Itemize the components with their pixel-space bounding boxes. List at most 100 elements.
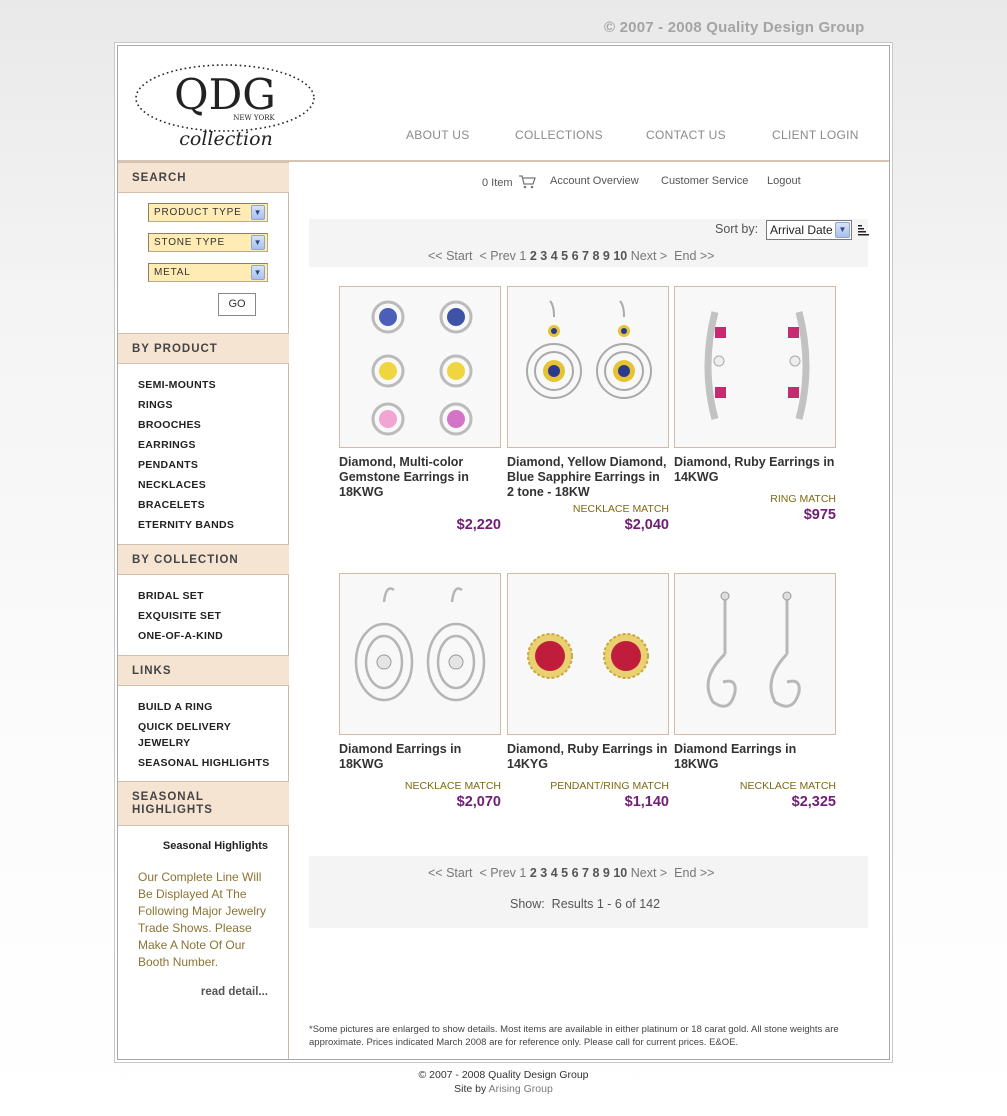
pager-page[interactable]: 5 bbox=[561, 866, 568, 880]
read-detail-link[interactable]: read detail... bbox=[118, 986, 268, 998]
sidebar-item-necklaces[interactable]: NECKLACES bbox=[138, 477, 206, 493]
sidebar-item-eternity-bands[interactable]: ETERNITY BANDS bbox=[138, 517, 234, 533]
product-image[interactable] bbox=[674, 286, 836, 448]
sidebar-item-quick-delivery[interactable]: QUICK DELIVERY bbox=[138, 719, 231, 735]
product-name[interactable]: Diamond Earrings in 18KWG bbox=[674, 742, 836, 772]
sidebar-item-bracelets[interactable]: BRACELETS bbox=[138, 497, 205, 513]
pager-page[interactable]: 9 bbox=[603, 249, 610, 263]
pager-page: 1 bbox=[519, 866, 527, 880]
logout-link[interactable]: Logout bbox=[767, 175, 801, 187]
pager-end[interactable]: End >> bbox=[674, 249, 714, 263]
product-card[interactable]: Diamond Earrings in 18KWG NECKLACE MATCH… bbox=[674, 573, 836, 810]
pager-page[interactable]: 6 bbox=[572, 866, 579, 880]
earring-image bbox=[527, 633, 649, 679]
pager-page[interactable]: 6 bbox=[572, 249, 579, 263]
sidebar-item-seasonal-highlights[interactable]: SEASONAL HIGHLIGHTS bbox=[138, 755, 270, 771]
pager-page[interactable]: 4 bbox=[551, 249, 558, 263]
nav-collections[interactable]: COLLECTIONS bbox=[515, 128, 603, 142]
sidebar-item-pendants[interactable]: PENDANTS bbox=[138, 457, 198, 473]
qdg-logo[interactable]: QDG NEW YORK collection bbox=[134, 60, 316, 152]
product-match-link[interactable]: PENDANT/RING MATCH bbox=[550, 780, 669, 792]
pager-page[interactable]: 2 bbox=[530, 249, 537, 263]
pager-page[interactable]: 3 bbox=[540, 866, 547, 880]
sidebar-item-earrings[interactable]: EARRINGS bbox=[138, 437, 196, 453]
sort-bar: Sort by: Arrival Date ▼ << Start < Prev … bbox=[309, 219, 869, 267]
product-image[interactable] bbox=[339, 573, 501, 735]
nav-contact-us[interactable]: CONTACT US bbox=[646, 128, 726, 142]
chevron-down-icon: ▼ bbox=[251, 265, 265, 280]
chevron-down-icon: ▼ bbox=[251, 205, 265, 220]
product-card[interactable]: Diamond, Ruby Earrings in 14KYG PENDANT/… bbox=[507, 573, 669, 810]
product-card[interactable]: Diamond, Multi-color Gemstone Earrings i… bbox=[339, 286, 501, 533]
sort-label: Sort by: bbox=[715, 222, 759, 236]
pager-next[interactable]: Next > bbox=[631, 249, 667, 263]
by-product-heading: BY PRODUCT bbox=[118, 333, 289, 364]
earring-image bbox=[354, 587, 486, 702]
nav-client-login[interactable]: CLIENT LOGIN bbox=[772, 128, 859, 142]
seasonal-title: Seasonal Highlights bbox=[162, 840, 268, 852]
product-match-link[interactable]: NECKLACE MATCH bbox=[405, 780, 501, 792]
pager-page[interactable]: 8 bbox=[592, 249, 599, 263]
pager-page[interactable]: 10 bbox=[613, 249, 627, 263]
pager-next[interactable]: Next > bbox=[631, 866, 667, 880]
sort-order-icon[interactable] bbox=[857, 224, 869, 236]
product-name[interactable]: Diamond, Ruby Earrings in 14KWG bbox=[674, 455, 836, 485]
product-name[interactable]: Diamond Earrings in 18KWG bbox=[339, 742, 501, 772]
product-price: $975 bbox=[803, 507, 836, 523]
pager-end[interactable]: End >> bbox=[674, 866, 714, 880]
pager-start[interactable]: << Start bbox=[428, 249, 472, 263]
svg-text:collection: collection bbox=[179, 128, 273, 150]
pager-page[interactable]: 7 bbox=[582, 249, 589, 263]
footer-copyright: © 2007 - 2008 Quality Design Group bbox=[418, 1069, 589, 1081]
product-price: $2,040 bbox=[624, 517, 669, 533]
metal-select[interactable]: METAL ▼ bbox=[148, 263, 268, 282]
product-card[interactable]: Diamond, Ruby Earrings in 14KWG RING MAT… bbox=[674, 286, 836, 523]
sidebar-item-build-a-ring[interactable]: BUILD A RING bbox=[138, 699, 213, 715]
pager-page[interactable]: 4 bbox=[551, 866, 558, 880]
site-by-link[interactable]: Arising Group bbox=[489, 1083, 553, 1095]
nav-about-us[interactable]: ABOUT US bbox=[406, 128, 470, 142]
product-card[interactable]: Diamond Earrings in 18KWG NECKLACE MATCH… bbox=[339, 573, 501, 810]
product-image[interactable] bbox=[507, 286, 669, 448]
customer-service-link[interactable]: Customer Service bbox=[661, 175, 748, 187]
account-overview-link[interactable]: Account Overview bbox=[550, 175, 639, 187]
pager-start[interactable]: << Start bbox=[428, 866, 472, 880]
pager-page[interactable]: 3 bbox=[540, 249, 547, 263]
search-go-button[interactable]: GO bbox=[218, 293, 256, 316]
stone-type-select[interactable]: STONE TYPE ▼ bbox=[148, 233, 268, 252]
seasonal-highlights-heading: SEASONAL HIGHLIGHTS bbox=[118, 781, 289, 826]
product-price: $2,325 bbox=[791, 794, 836, 810]
product-match-link[interactable]: RING MATCH bbox=[770, 493, 836, 505]
disclaimer-footnote: *Some pictures are enlarged to show deta… bbox=[309, 1024, 839, 1048]
pager-page[interactable]: 8 bbox=[592, 866, 599, 880]
sidebar-item-exquisite-set[interactable]: EXQUISITE SET bbox=[138, 608, 221, 624]
sidebar: SEARCH PRODUCT TYPE ▼ STONE TYPE ▼ METAL… bbox=[118, 162, 289, 1059]
sidebar-item-brooches[interactable]: BROOCHES bbox=[138, 417, 201, 433]
product-name[interactable]: Diamond, Ruby Earrings in 14KYG bbox=[507, 742, 669, 772]
earring-image bbox=[371, 300, 473, 436]
pager-prev[interactable]: < Prev bbox=[479, 249, 515, 263]
sidebar-item-rings[interactable]: RINGS bbox=[138, 397, 173, 413]
pager-prev[interactable]: < Prev bbox=[479, 866, 515, 880]
product-match-link[interactable]: NECKLACE MATCH bbox=[573, 503, 669, 515]
cart-link[interactable]: 0 Item bbox=[482, 175, 536, 189]
pager-page[interactable]: 10 bbox=[613, 866, 627, 880]
product-image[interactable] bbox=[674, 573, 836, 735]
product-card[interactable]: Diamond, Yellow Diamond, Blue Sapphire E… bbox=[507, 286, 669, 533]
pager-page[interactable]: 9 bbox=[603, 866, 610, 880]
pager-page[interactable]: 5 bbox=[561, 249, 568, 263]
results-count: Show: Results 1 - 6 of 142 bbox=[510, 897, 661, 911]
sidebar-item-semi-mounts[interactable]: SEMI-MOUNTS bbox=[138, 377, 216, 393]
product-image[interactable] bbox=[507, 573, 669, 735]
pager-page[interactable]: 2 bbox=[530, 866, 537, 880]
sidebar-item-one-of-a-kind[interactable]: ONE-OF-A-KIND bbox=[138, 628, 223, 644]
product-name[interactable]: Diamond, Yellow Diamond, Blue Sapphire E… bbox=[507, 455, 669, 500]
sidebar-item-bridal-set[interactable]: BRIDAL SET bbox=[138, 588, 204, 604]
product-match-link[interactable]: NECKLACE MATCH bbox=[740, 780, 836, 792]
product-image[interactable] bbox=[339, 286, 501, 448]
sidebar-item-jewelry[interactable]: JEWELRY bbox=[138, 735, 190, 751]
pager-page[interactable]: 7 bbox=[582, 866, 589, 880]
sort-select[interactable]: Arrival Date ▼ bbox=[766, 220, 852, 240]
product-type-select[interactable]: PRODUCT TYPE ▼ bbox=[148, 203, 268, 222]
product-name[interactable]: Diamond, Multi-color Gemstone Earrings i… bbox=[339, 455, 501, 500]
